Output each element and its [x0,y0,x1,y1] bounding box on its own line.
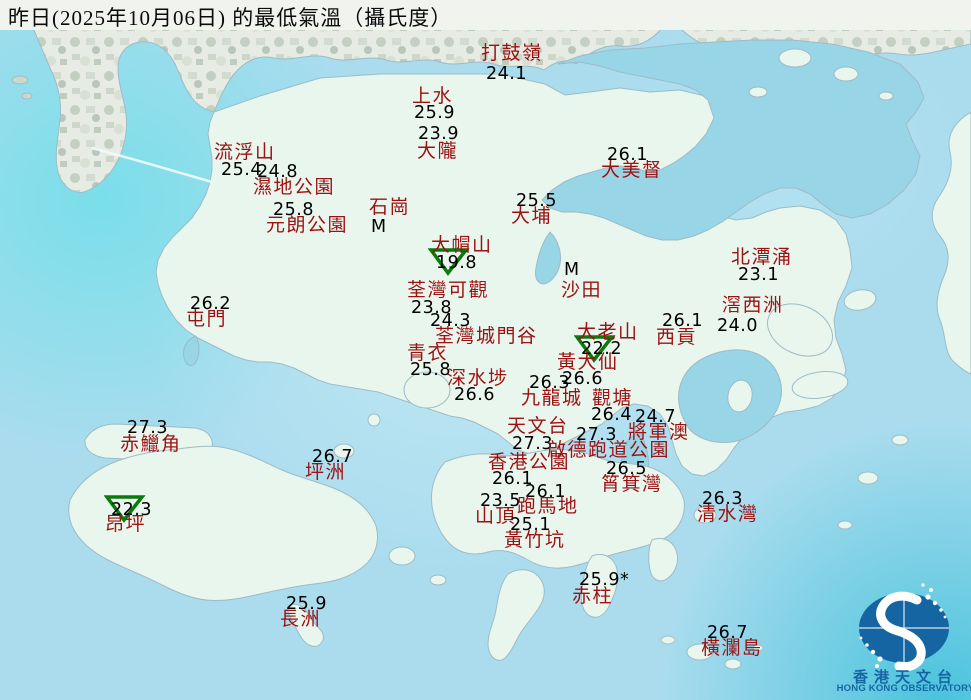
hko-logo: 香港天文台 HONG KONG OBSERVATORY [840,580,971,700]
station-value: M [371,219,387,237]
station-value: 19.8 [436,255,477,273]
station-name-label: 黃大仙 [557,353,619,372]
station-name-label: 大隴 [417,142,458,161]
station-name-label: 筲箕灣 [601,475,663,494]
station-value: 26.6 [454,387,495,405]
station-name-label: 青衣 [407,344,448,363]
hko-logo-name-en: HONG KONG OBSERVATORY [834,683,971,694]
station-name-label: 打鼓嶺 [481,44,543,63]
station-value: 24.1 [486,66,527,84]
station-name-label: 跑馬地 [517,497,579,516]
station-name-label: 沙田 [561,281,602,300]
station-name-label: 香港公園 [488,453,570,472]
station-name-label: 赤鱲角 [120,435,182,454]
page-title: 昨日(2025年10月06日) 的最低氣溫（攝氏度） [8,2,452,32]
station-value: 24.0 [717,318,758,336]
title-bar: 昨日(2025年10月06日) 的最低氣溫（攝氏度） [0,0,971,30]
station-name-label: 元朗公園 [266,216,348,235]
station-value: 25.9 [414,105,455,123]
station-name-label: 流浮山 [214,143,276,162]
station-value: M [564,262,580,280]
station-name-label: 荃灣城門谷 [435,327,538,346]
weather-map-page: 24.1打鼓嶺25.9上水23.9大隴25.4流浮山24.8濕地公園25.8元朗… [0,0,971,700]
station-name-label: 屯門 [186,310,227,329]
station-name-label: 深水埗 [447,369,509,388]
station-name-label: 清水灣 [697,505,759,524]
station-name-label: 北潭涌 [731,248,793,267]
station-name-label: 大老山 [577,323,639,342]
station-name-label: 昂坪 [105,515,146,534]
station-name-label: 長洲 [280,610,321,629]
station-name-label: 觀塘 [592,389,633,408]
station-name-label: 大美督 [601,161,663,180]
station-name-label: 大埔 [511,207,552,226]
station-value: 23.1 [738,267,779,285]
station-name-label: 黃竹坑 [504,531,566,550]
station-name-label: 橫瀾島 [701,639,763,658]
station-name-label: 上水 [412,87,453,106]
station-name-label: 石崗 [369,198,410,217]
station-name-label: 大帽山 [431,236,493,255]
station-name-label: 赤柱 [572,587,613,606]
station-name-label: 西貢 [656,328,697,347]
station-labels-layer: 24.1打鼓嶺25.9上水23.9大隴25.4流浮山24.8濕地公園25.8元朗… [0,0,971,700]
station-name-label: 濕地公園 [253,178,335,197]
station-name-label: 天文台 [507,417,569,436]
station-name-label: 坪洲 [305,463,346,482]
station-name-label: 荃灣可觀 [407,281,489,300]
station-name-label: 滘西洲 [722,296,784,315]
station-value: 26.4 [591,407,632,425]
station-name-label: 九龍城 [521,389,583,408]
station-value: 25.8 [410,362,451,380]
